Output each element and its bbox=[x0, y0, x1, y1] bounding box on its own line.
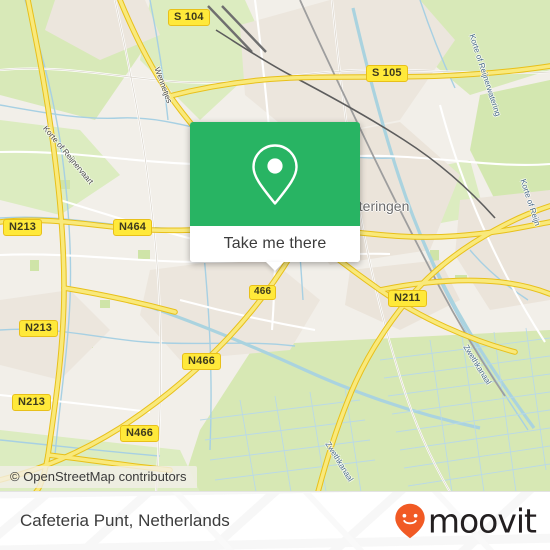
road-shield: N213 bbox=[19, 320, 59, 337]
road-shield: N213 bbox=[3, 219, 43, 236]
road-shield: N466 bbox=[120, 425, 160, 442]
card-pin-area bbox=[190, 122, 360, 226]
take-me-there-button[interactable]: Take me there bbox=[190, 226, 360, 262]
road-shield: S 105 bbox=[366, 65, 408, 82]
road-shield: S 104 bbox=[168, 9, 210, 26]
map-pin-icon bbox=[251, 143, 299, 206]
road-shield: N211 bbox=[388, 290, 427, 307]
moovit-map-screenshot: S 104 S 105 N213 N464 N213 N213 N466 N46… bbox=[0, 0, 550, 550]
road-shield: N466 bbox=[182, 353, 222, 370]
footer-bar: Cafeteria Punt, Netherlands moovit bbox=[0, 492, 550, 550]
location-title: Cafeteria Punt, Netherlands bbox=[20, 511, 230, 530]
road-shield: 466 bbox=[249, 285, 277, 300]
road-shield: N464 bbox=[113, 219, 153, 236]
moovit-wordmark: moovit bbox=[427, 501, 537, 541]
osm-attribution[interactable]: © OpenStreetMap contributors bbox=[0, 466, 197, 488]
road-shield: N213 bbox=[12, 394, 52, 411]
moovit-smiley-pin-icon bbox=[394, 503, 426, 540]
take-me-there-card[interactable]: Take me there bbox=[190, 122, 360, 271]
take-me-there-label: Take me there bbox=[223, 235, 327, 252]
card-pointer-tail bbox=[266, 262, 284, 271]
moovit-logo[interactable]: moovit bbox=[394, 501, 537, 541]
